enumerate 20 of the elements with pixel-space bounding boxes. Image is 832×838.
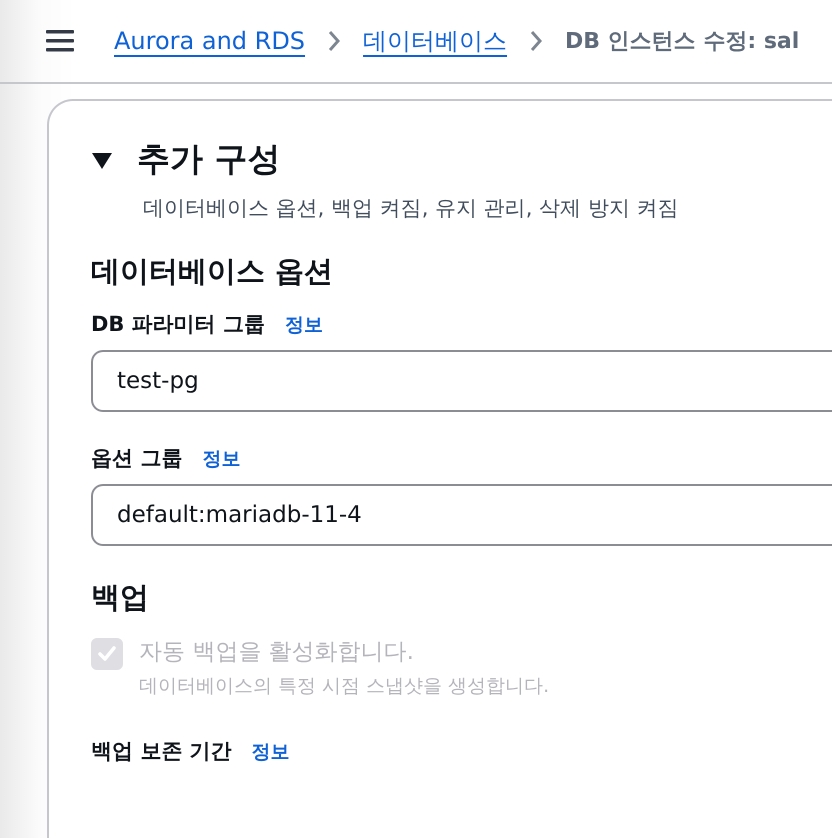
checkbox-description: 데이터베이스의 특정 시점 스냅샷을 생성합니다. [139,674,550,699]
section-title[interactable]: 추가 구성 [137,137,280,182]
field-label: DB 파라미터 그룹 [91,311,266,338]
info-link[interactable]: 정보 [285,312,324,338]
chevron-icon [529,29,544,53]
section-description: 데이터베이스 옵션, 백업 켜짐, 유지 관리, 삭제 방지 켜짐 [143,195,680,222]
info-link[interactable]: 정보 [202,446,240,472]
menu-icon[interactable] [46,30,74,52]
group-heading: 데이터베이스 옵션 [91,253,334,290]
field-label: 백업 보존 기간 [91,738,232,765]
chevron-icon [327,29,342,53]
input-field[interactable]: default:mariadb-11-4 [91,484,832,546]
checkbox-label: 자동 백업을 활성화합니다. [139,638,415,667]
field-label: 옵션 그룹 [91,445,182,472]
breadcrumb-link[interactable]: 데이터베이스 [363,25,508,57]
breadcrumb-current: DB 인스턴스 수정: sal [565,28,800,56]
breadcrumb-link[interactable]: Aurora and RDS [114,27,306,55]
input-field[interactable]: test-pg [91,350,832,412]
group-heading: 백업 [91,579,150,616]
info-link[interactable]: 정보 [252,739,290,765]
